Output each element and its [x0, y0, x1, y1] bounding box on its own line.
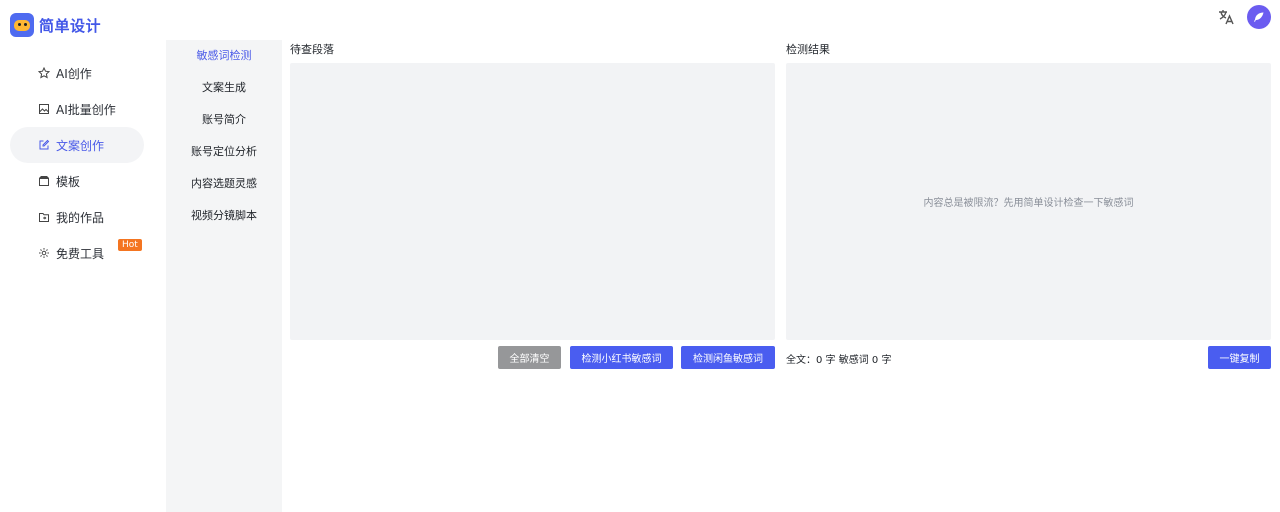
logo-mark-icon	[10, 13, 34, 37]
input-panel-title: 待查段落	[290, 43, 334, 56]
subnav-item-sensitive-check[interactable]: 敏感词检测	[166, 40, 282, 72]
tool-subnav: 敏感词检测 文案生成 账号简介 账号定位分析 内容选题灵感 视频分镜脚本	[166, 40, 282, 512]
sidebar-item-free-tools[interactable]: 免费工具 Hot	[10, 235, 144, 271]
settings-icon	[39, 248, 49, 258]
sidebar-item-label: 模板	[56, 174, 81, 189]
check-xiaohongshu-button[interactable]: 检测小红书敏感词	[570, 346, 673, 369]
app-root: 简单设计 AI创作 AI批量创作 文案创作 模板 我的作品 免费工具 Hot 敏…	[0, 0, 1280, 512]
result-panel-title: 检测结果	[786, 43, 830, 56]
edit-icon	[39, 139, 50, 150]
sidebar-item-ai-batch[interactable]: AI批量创作	[10, 91, 144, 127]
subnav-item-topic-ideas[interactable]: 内容选题灵感	[166, 168, 282, 200]
subnav-item-video-script[interactable]: 视频分镜脚本	[166, 200, 282, 232]
image-icon	[39, 104, 49, 114]
copy-all-button[interactable]: 一键复制	[1208, 346, 1271, 369]
paragraph-input[interactable]	[290, 63, 775, 340]
logo[interactable]: 简单设计	[10, 13, 101, 37]
sidebar-item-label: AI批量创作	[56, 102, 116, 117]
template-icon	[39, 176, 49, 186]
star-icon	[38, 67, 50, 79]
sidebar-item-label: 我的作品	[56, 210, 105, 225]
sidebar-item-copywriting[interactable]: 文案创作	[10, 127, 144, 163]
sidebar-item-templates[interactable]: 模板	[10, 163, 144, 199]
sidebar-item-label: 免费工具	[56, 246, 105, 261]
subnav-item-account-intro[interactable]: 账号简介	[166, 104, 282, 136]
hot-badge: Hot	[118, 239, 142, 251]
sidebar: AI创作 AI批量创作 文案创作 模板 我的作品 免费工具 Hot	[10, 55, 144, 271]
word-count-stats: 全文：0 字 敏感词 0 字	[786, 355, 892, 366]
clear-all-button[interactable]: 全部清空	[498, 346, 561, 369]
translate-icon[interactable]	[1215, 6, 1237, 28]
result-placeholder: 内容总是被限流？先用简单设计检查一下敏感词	[923, 198, 1134, 209]
result-box: 内容总是被限流？先用简单设计检查一下敏感词	[786, 63, 1271, 340]
app-name: 简单设计	[39, 16, 102, 35]
sidebar-item-label: AI创作	[56, 66, 92, 81]
subnav-item-account-positioning[interactable]: 账号定位分析	[166, 136, 282, 168]
top-right-actions	[1215, 5, 1271, 29]
user-avatar[interactable]	[1247, 5, 1271, 29]
sidebar-item-ai-create[interactable]: AI创作	[10, 55, 144, 91]
check-xianyu-button[interactable]: 检测闲鱼敏感词	[681, 346, 775, 369]
sidebar-item-label: 文案创作	[56, 138, 105, 153]
subnav-item-copy-generate[interactable]: 文案生成	[166, 72, 282, 104]
sidebar-item-my-works[interactable]: 我的作品	[10, 199, 144, 235]
folder-icon	[39, 213, 49, 222]
